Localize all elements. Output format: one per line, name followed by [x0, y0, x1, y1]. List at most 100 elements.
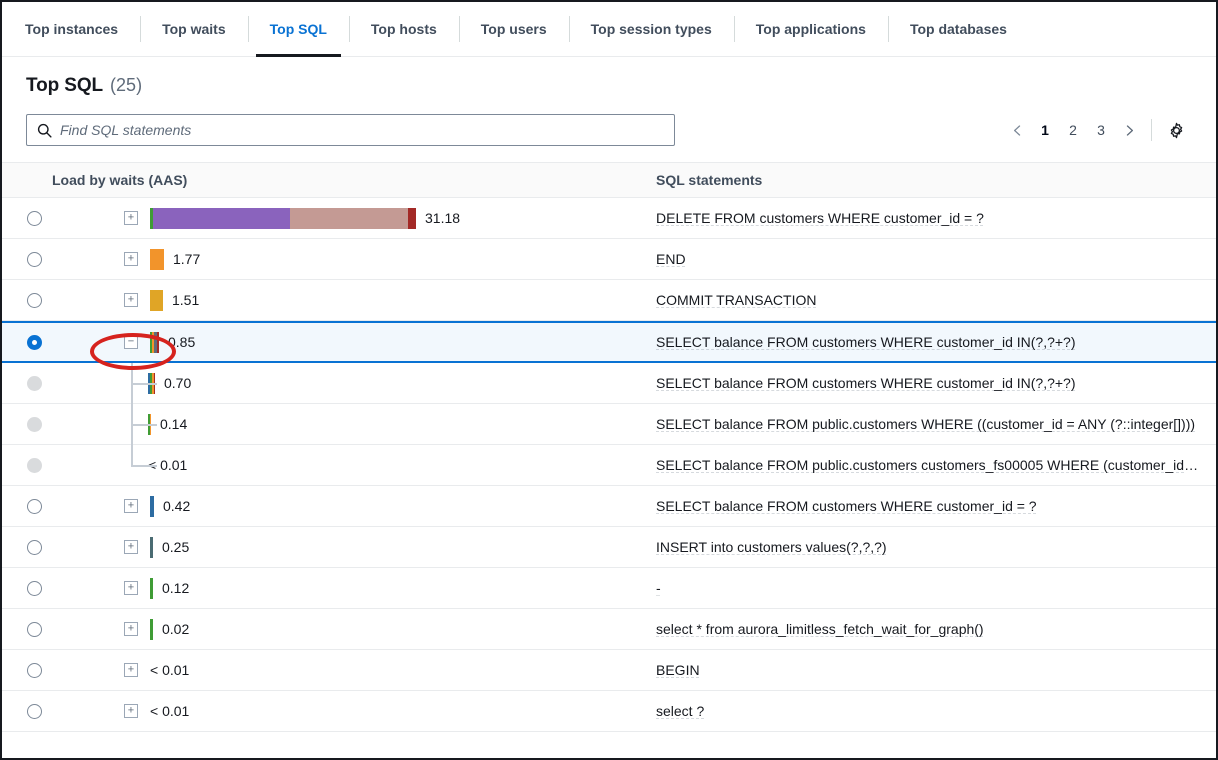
- load-bar-segment: [290, 208, 408, 229]
- tab-top-users[interactable]: Top users: [459, 2, 569, 56]
- row-radio[interactable]: [27, 704, 42, 719]
- row-select-cell: [2, 404, 52, 444]
- row-select-cell: [2, 239, 52, 279]
- load-bar-segment: [150, 249, 164, 270]
- row-expand-button[interactable]: +: [124, 211, 138, 225]
- load-value: 31.18: [425, 210, 460, 226]
- tree-connector: [52, 404, 138, 444]
- load-bar: [150, 578, 153, 599]
- table-row[interactable]: − 0.85 SELECT balance FROM customers WHERE…: [2, 321, 1216, 363]
- table-row[interactable]: +1.51COMMIT TRANSACTION: [2, 280, 1216, 321]
- sql-statement-link[interactable]: DELETE FROM customers WHERE customer_id …: [656, 210, 984, 226]
- pagination-page-2[interactable]: 2: [1059, 116, 1087, 144]
- search-box[interactable]: [26, 114, 675, 146]
- tab-top-instances[interactable]: Top instances: [3, 2, 140, 56]
- load-by-waits-cell: +0.02: [52, 609, 638, 649]
- row-radio[interactable]: [27, 499, 42, 514]
- sql-statement-link[interactable]: SELECT balance FROM public.customers WHE…: [656, 416, 1195, 432]
- row-collapse-button[interactable]: −: [124, 335, 138, 349]
- sql-statement-link[interactable]: select ?: [656, 703, 704, 719]
- plus-icon: +: [128, 705, 134, 716]
- load-bar: [150, 249, 164, 270]
- tab-top-waits[interactable]: Top waits: [140, 2, 248, 56]
- column-header-load: Load by waits (AAS): [52, 172, 638, 188]
- tab-top-databases[interactable]: Top databases: [888, 2, 1029, 56]
- table-row[interactable]: +< 0.01BEGIN: [2, 650, 1216, 691]
- row-select-cell: [2, 691, 52, 731]
- load-by-waits-cell: +0.25: [52, 527, 638, 567]
- load-by-waits-cell: +1.77: [52, 239, 638, 279]
- sql-statement-link[interactable]: -: [656, 580, 661, 596]
- sql-statement-link[interactable]: INSERT into customers values(?,?,?): [656, 539, 887, 555]
- row-radio[interactable]: [27, 211, 42, 226]
- load-value: 0.02: [162, 621, 189, 637]
- table-row[interactable]: 0.70 SELECT balance FROM customers WHERE …: [2, 363, 1216, 404]
- tab-top-applications[interactable]: Top applications: [734, 2, 888, 56]
- row-select-cell: [2, 486, 52, 526]
- table-row[interactable]: 0.14SELECT balance FROM public.customers…: [2, 404, 1216, 445]
- load-value: 0.70: [164, 375, 191, 391]
- row-expand-button[interactable]: +: [124, 622, 138, 636]
- tree-connector: [52, 445, 138, 485]
- tree-line-horizontal: [131, 424, 157, 426]
- plus-icon: +: [128, 212, 134, 223]
- row-expand-button[interactable]: +: [124, 581, 138, 595]
- row-expand-button[interactable]: +: [124, 293, 138, 307]
- row-expand-button[interactable]: +: [124, 252, 138, 266]
- sql-statement-link[interactable]: COMMIT TRANSACTION: [656, 292, 817, 308]
- row-radio[interactable]: [27, 293, 42, 308]
- row-radio[interactable]: [27, 252, 42, 267]
- row-radio-selected[interactable]: [27, 335, 42, 350]
- plus-icon: +: [128, 664, 134, 675]
- table-row[interactable]: < 0.01SELECT balance FROM public.custome…: [2, 445, 1216, 486]
- load-bar: [150, 208, 416, 229]
- table-row[interactable]: +0.02 select * from aurora_limitless_fetc…: [2, 609, 1216, 650]
- pagination-divider: [1151, 119, 1152, 141]
- pagination-next-button[interactable]: [1115, 116, 1143, 144]
- row-expand-button[interactable]: +: [124, 663, 138, 677]
- row-expand-button[interactable]: +: [124, 540, 138, 554]
- table-preferences-button[interactable]: [1162, 116, 1190, 144]
- minus-icon: −: [128, 336, 134, 347]
- load-bar-wrap: 0.85: [150, 323, 195, 361]
- sql-statement-link[interactable]: SELECT balance FROM public.customers cus…: [656, 457, 1201, 473]
- row-radio[interactable]: [27, 663, 42, 678]
- sql-statement-link[interactable]: SELECT balance FROM customers WHERE cust…: [656, 334, 1076, 350]
- sql-statement-link[interactable]: END: [656, 251, 686, 267]
- table-header-row: Load by waits (AAS) SQL statements: [2, 162, 1216, 198]
- row-expand-button[interactable]: +: [124, 704, 138, 718]
- pagination-prev-button[interactable]: [1003, 116, 1031, 144]
- row-select-cell: [2, 445, 52, 485]
- row-radio[interactable]: [27, 581, 42, 596]
- row-radio[interactable]: [27, 622, 42, 637]
- sql-statement-link[interactable]: SELECT balance FROM customers WHERE cust…: [656, 375, 1076, 391]
- search-icon: [37, 123, 52, 138]
- top-sql-table: Load by waits (AAS) SQL statements +31.1…: [2, 162, 1216, 732]
- row-radio[interactable]: [27, 540, 42, 555]
- tab-top-sql[interactable]: Top SQL: [248, 2, 349, 56]
- row-radio: [27, 376, 42, 391]
- sql-statement-link[interactable]: BEGIN: [656, 662, 700, 678]
- table-row[interactable]: +31.18 DELETE FROM customers WHERE custom…: [2, 198, 1216, 239]
- table-row[interactable]: +0.42SELECT balance FROM customers WHERE…: [2, 486, 1216, 527]
- row-expand-button[interactable]: +: [124, 499, 138, 513]
- tree-connector: [52, 363, 138, 403]
- table-row[interactable]: +0.12-: [2, 568, 1216, 609]
- search-input[interactable]: [27, 115, 674, 145]
- sql-statement-link[interactable]: select * from aurora_limitless_fetch_wai…: [656, 621, 984, 637]
- load-bar-segment: [150, 578, 153, 599]
- table-row[interactable]: +< 0.01select ?: [2, 691, 1216, 732]
- load-bar-segment: [150, 619, 153, 640]
- sql-statement-cell: BEGIN: [638, 650, 1216, 690]
- tab-top-session-types[interactable]: Top session types: [569, 2, 734, 56]
- table-row[interactable]: +0.25 INSERT into customers values(?,?,?): [2, 527, 1216, 568]
- load-bar: [150, 619, 153, 640]
- sql-statement-cell: SELECT balance FROM public.customers cus…: [638, 445, 1216, 485]
- pagination-page-1[interactable]: 1: [1031, 116, 1059, 144]
- pagination-page-3[interactable]: 3: [1087, 116, 1115, 144]
- sql-statement-cell: INSERT into customers values(?,?,?): [638, 527, 1216, 567]
- pagination: 1 2 3: [1003, 116, 1190, 144]
- sql-statement-link[interactable]: SELECT balance FROM customers WHERE cust…: [656, 498, 1037, 514]
- tab-top-hosts[interactable]: Top hosts: [349, 2, 459, 56]
- table-row[interactable]: +1.77 END: [2, 239, 1216, 280]
